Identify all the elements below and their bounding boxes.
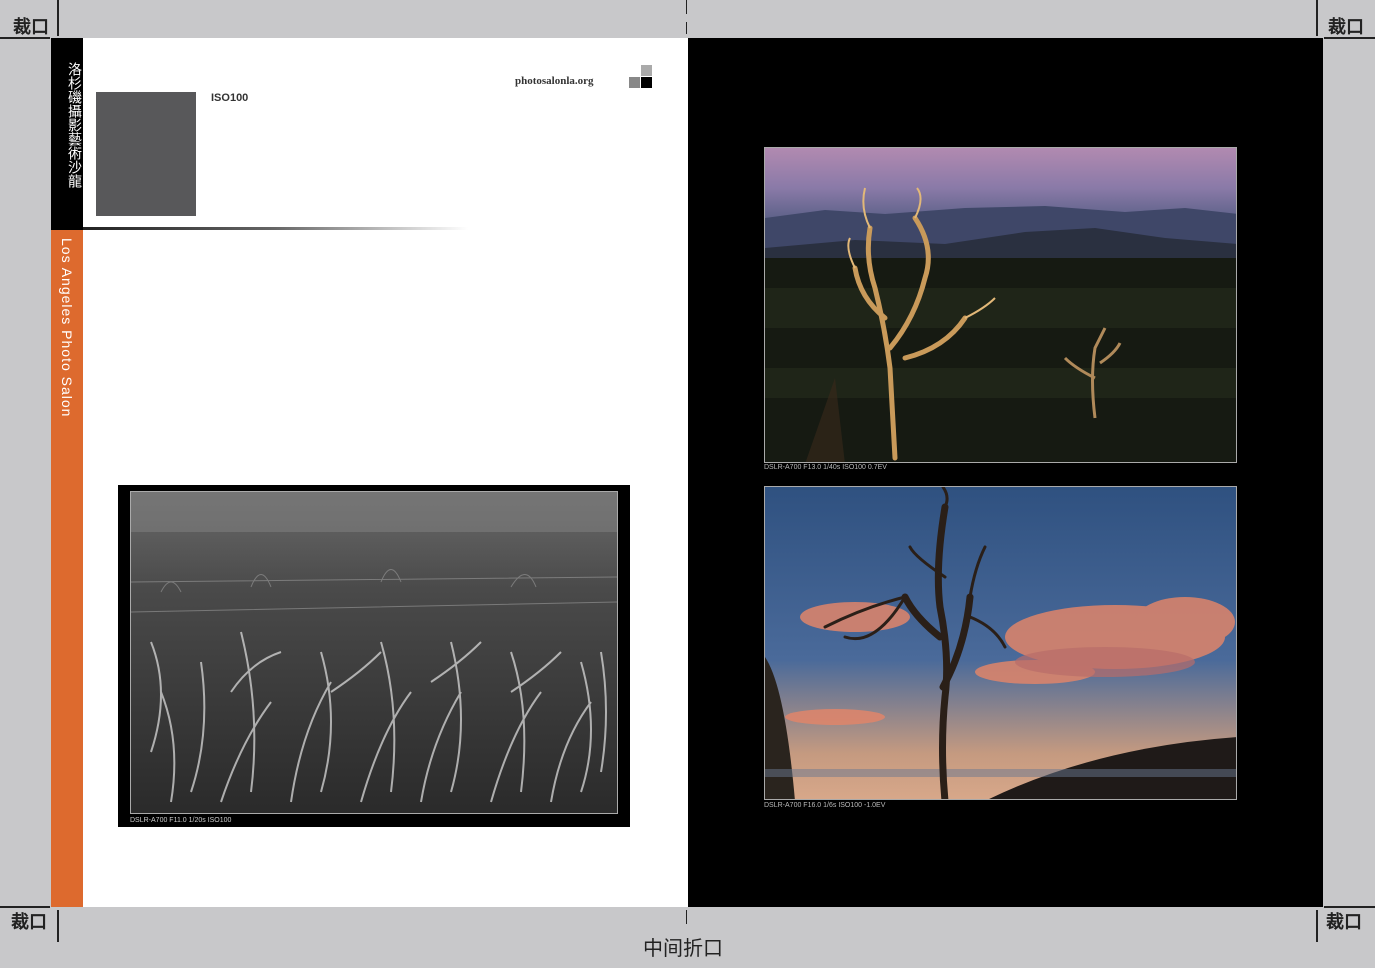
spine-chinese-title: 洛杉磯攝影藝術沙龍 (66, 62, 82, 188)
bw-photo-caption: DSLR-A700 F11.0 1/20s ISO100 (130, 817, 232, 824)
fold-tick (686, 22, 687, 34)
bristlecone-sunset-photo (764, 486, 1237, 800)
left-page: 洛杉磯攝影藝術沙龍 Los Angeles Photo Salon ISO100… (51, 38, 688, 907)
crop-tick (1324, 906, 1375, 908)
crop-tick (0, 906, 50, 908)
brand-logo (629, 65, 653, 89)
crop-tick (57, 0, 59, 36)
crop-tick (1324, 37, 1375, 39)
fold-label: 中间折口 (643, 936, 723, 960)
bristlecone-dusk-photo (764, 147, 1237, 463)
header-rule (83, 227, 468, 230)
spine-english-title: Los Angeles Photo Salon (59, 238, 75, 418)
iso-label: ISO100 (211, 92, 249, 104)
crop-label-top-right: 裁口 (1328, 17, 1364, 38)
image-placeholder (96, 92, 196, 216)
crop-label-bottom-left: 裁口 (11, 912, 47, 933)
crop-tick (1316, 910, 1318, 942)
bw-photo-frame: DSLR-A700 F11.0 1/20s ISO100 (118, 485, 630, 827)
photo1-caption: DSLR-A700 F13.0 1/40s ISO100 0.7EV (764, 464, 887, 471)
crop-tick (57, 910, 59, 942)
crop-label-bottom-right: 裁口 (1326, 912, 1362, 933)
right-page: DSLR-A700 F13.0 1/40s ISO100 0.7EV DSLR-… (688, 38, 1323, 907)
cholla-cactus-photo (130, 491, 618, 814)
spine-orange-band: Los Angeles Photo Salon (51, 230, 83, 907)
crop-tick (0, 37, 50, 39)
fold-tick (686, 0, 687, 14)
crop-tick (1316, 0, 1318, 36)
brand-url: photosalonla.org (515, 75, 594, 87)
crop-label-top-left: 裁口 (13, 17, 49, 38)
photo2-caption: DSLR-A700 F16.0 1/6s ISO100 -1.0EV (764, 802, 886, 809)
fold-tick (686, 910, 687, 924)
